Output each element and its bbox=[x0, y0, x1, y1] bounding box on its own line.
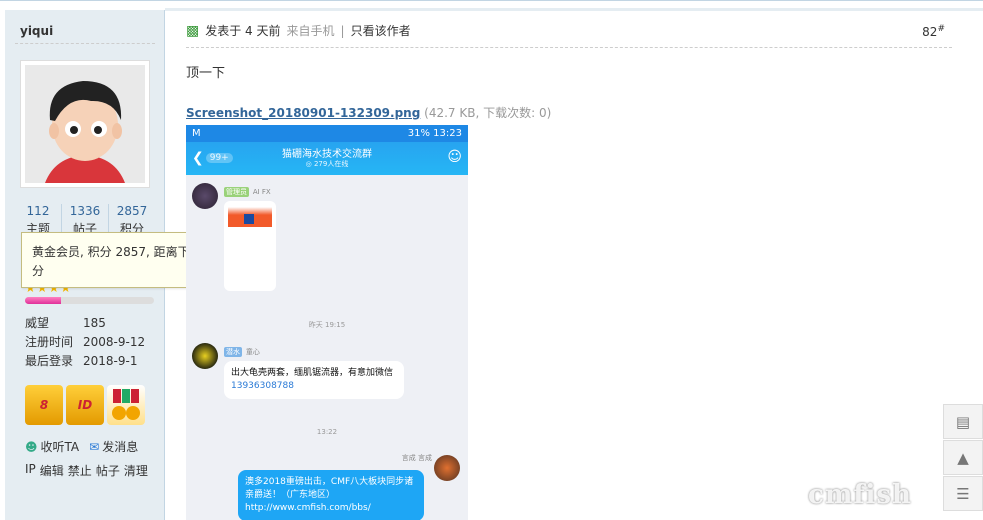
follow-label: 收听TA bbox=[40, 440, 80, 454]
info-value: 2018-9-1 bbox=[83, 354, 138, 368]
header-divider: | bbox=[340, 23, 345, 38]
phone-name: AI FX bbox=[252, 188, 271, 196]
phone-status-left: M bbox=[192, 128, 201, 139]
phone-image-bubble bbox=[224, 201, 276, 291]
envelope-icon: ✉ bbox=[89, 439, 100, 454]
posted-time: 发表于 4 天前 bbox=[205, 24, 281, 38]
info-value: 185 bbox=[83, 316, 106, 330]
list-icon[interactable]: ☰ bbox=[943, 476, 983, 511]
attachment: Screenshot_20180901-132309.png (42.7 KB,… bbox=[186, 104, 551, 121]
floor-num: 82 bbox=[922, 25, 938, 39]
group-members-icon: ☺ bbox=[447, 149, 462, 165]
post-content: 顶一下 bbox=[186, 66, 226, 81]
floor-sup: # bbox=[937, 24, 945, 34]
info-row-registered: 注册时间 2008-9-12 bbox=[25, 333, 155, 352]
divider bbox=[15, 43, 155, 44]
phone-name: 童心 bbox=[245, 348, 260, 356]
user-info: 威望 185 注册时间 2008-9-12 最后登录 2018-9-1 bbox=[25, 314, 155, 371]
ban-link[interactable]: 禁止 bbox=[68, 462, 92, 479]
phone-time: 昨天 19:15 bbox=[308, 321, 346, 329]
medals: 8 ID bbox=[25, 385, 145, 429]
top-band bbox=[165, 8, 983, 11]
phone-tag: 潜水 bbox=[224, 347, 242, 357]
info-row-last-login: 最后登录 2018-9-1 bbox=[25, 352, 155, 371]
phone-tag: 管理员 bbox=[224, 187, 249, 197]
attachment-link[interactable]: Screenshot_20180901-132309.png bbox=[186, 106, 420, 120]
phone-bubble: 澳多2018重磅出击，CMF八大板块同步诸亲爵送！（广东地区） http://w… bbox=[238, 470, 424, 520]
phone-bubble: 出大龟壳两套，缅肌锯流器，有意加微信 13936308788 bbox=[224, 361, 404, 399]
comment-icon[interactable]: ▤ bbox=[943, 404, 983, 439]
floor-number[interactable]: 82# bbox=[922, 24, 945, 39]
admin-links: IP 编辑 禁止 帖子 清理 bbox=[25, 462, 148, 479]
info-key: 威望 bbox=[25, 316, 50, 330]
posts-link[interactable]: 帖子 bbox=[96, 462, 120, 479]
avatar-image bbox=[25, 65, 145, 183]
medal-8years-icon[interactable]: 8 bbox=[25, 385, 63, 425]
user-actions: ☻ 收听TA ✉ 发消息 bbox=[25, 438, 138, 455]
medal-award-icon[interactable] bbox=[107, 385, 145, 425]
avatar[interactable] bbox=[20, 60, 150, 188]
floating-tools: ▤ ▲ ☰ bbox=[943, 404, 983, 512]
phone-header: ❮ 99+ 猫硼海水技术交流群 ◎ 279人在线 ☺ bbox=[186, 142, 468, 175]
attachment-meta: (42.7 KB, 下载次数: 0) bbox=[424, 106, 552, 120]
post-source: 来自手机 bbox=[286, 24, 335, 38]
phone-status-right: 31% 13:23 bbox=[407, 128, 462, 139]
watermark: cmfish bbox=[808, 480, 912, 510]
phone-avatar bbox=[434, 455, 460, 481]
phone-bubble-link: http://www.cmfish.com/bbs/ bbox=[245, 503, 371, 513]
phone-bubble-link: 13936308788 bbox=[231, 381, 294, 391]
phone-bubble-text: 出大龟壳两套，缅肌锯流器，有意加微信 bbox=[231, 368, 394, 378]
phone-avatar bbox=[192, 183, 218, 209]
post-header: ▩ 发表于 4 天前 来自手机 | 只看该作者 bbox=[186, 22, 411, 39]
info-value: 2008-9-12 bbox=[83, 335, 146, 349]
phone-name: 言成 言成 bbox=[401, 454, 432, 462]
phone-status-bar: M 31% 13:23 bbox=[186, 125, 468, 142]
only-author-link[interactable]: 只看该作者 bbox=[351, 22, 411, 39]
message-button[interactable]: ✉ 发消息 bbox=[89, 438, 138, 455]
phone-message: 管理员 AI FX bbox=[192, 183, 276, 291]
ip-link[interactable]: IP bbox=[25, 462, 36, 479]
stat-posts-value[interactable]: 1336 bbox=[62, 204, 108, 218]
phone-bubble-text: 澳多2018重磅出击，CMF八大板块同步诸亲爵送！（广东地区） bbox=[245, 477, 414, 500]
info-key: 注册时间 bbox=[25, 335, 74, 349]
stat-topics-value[interactable]: 112 bbox=[15, 204, 61, 218]
level-progress bbox=[25, 297, 154, 304]
phone-time: 13:22 bbox=[316, 428, 338, 436]
phone-message: 潜水 童心 出大龟壳两套，缅肌锯流器，有意加微信 13936308788 bbox=[192, 343, 404, 399]
medal-id-icon[interactable]: ID bbox=[66, 385, 104, 425]
level-progress-fill bbox=[25, 297, 62, 304]
edit-link[interactable]: 编辑 bbox=[40, 462, 64, 479]
phone-subtitle: ◎ 279人在线 bbox=[305, 160, 349, 168]
follow-button[interactable]: ☻ 收听TA bbox=[25, 438, 79, 455]
phone-title: 猫硼海水技术交流群 bbox=[282, 149, 372, 160]
attachment-image[interactable]: M 31% 13:23 ❮ 99+ 猫硼海水技术交流群 ◎ 279人在线 ☺ 管… bbox=[186, 125, 468, 520]
follow-icon: ☻ bbox=[25, 439, 38, 454]
phone-image-thumb-logo bbox=[244, 214, 254, 224]
phone-avatar bbox=[192, 343, 218, 369]
clean-link[interactable]: 清理 bbox=[124, 462, 148, 479]
post-header-divider bbox=[186, 47, 952, 48]
stat-points-value[interactable]: 2857 bbox=[109, 204, 155, 218]
message-label: 发消息 bbox=[102, 440, 139, 454]
info-row-prestige: 威望 185 bbox=[25, 314, 155, 333]
info-key: 最后登录 bbox=[25, 354, 74, 368]
back-to-top-icon[interactable]: ▲ bbox=[943, 440, 983, 475]
username[interactable]: yiqui bbox=[20, 24, 53, 38]
android-icon: ▩ bbox=[186, 22, 200, 39]
